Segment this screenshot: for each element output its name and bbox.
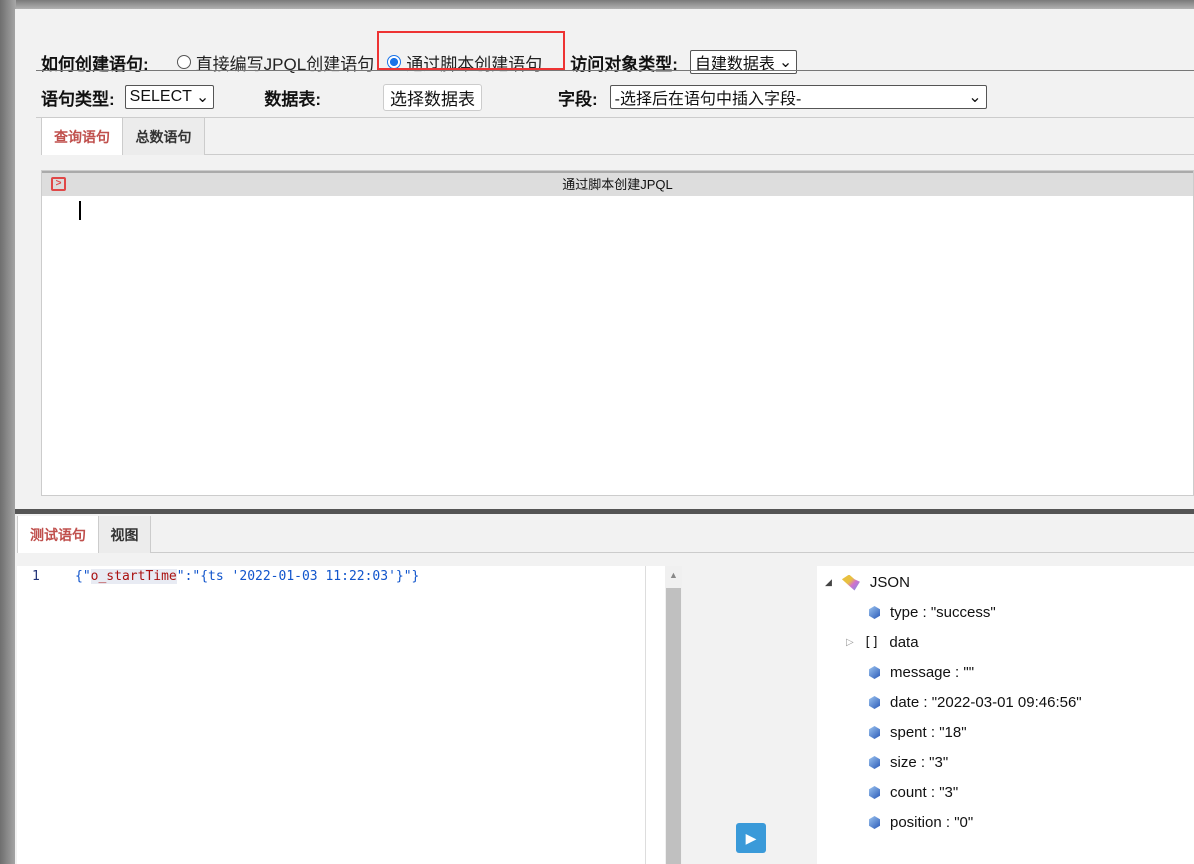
property-icon [869,696,880,709]
tree-item-label: data [889,634,919,651]
test-params-editor[interactable]: 1 {"o_startTime":"{ts '2022-01-03 11:22:… [17,566,647,864]
run-panel: ▶ [682,566,817,864]
tree-item-label: type : "success" [890,604,996,621]
tree-item[interactable]: message : "" [869,664,974,681]
scrollbar[interactable]: ▲ [665,566,682,864]
tree-item[interactable]: position : "0" [869,814,973,831]
jpql-editor-panel: 如何创建语句: 直接编写JPQL创建语句 通过脚本创建语句 访问对象类型: 自建… [15,9,1194,864]
property-icon [869,816,880,829]
property-icon [869,786,880,799]
tree-item-label: spent : "18" [890,724,967,741]
field-select-value: -选择后在语句中插入字段- [614,91,802,108]
code-token: {" [75,569,91,584]
code-token: ":" [176,569,201,584]
code-value: {ts '2022-01-03 11:22:03'} [200,569,404,584]
tree-item[interactable]: date : "2022-03-01 09:46:56" [869,694,1082,711]
tree-item[interactable]: spent : "18" [869,724,967,741]
radio-direct-jpql-input[interactable] [176,55,191,69]
stmt-type-value: SELECT [129,88,192,105]
expand-icon[interactable]: ▷ [846,637,854,648]
editor-gutter-right [645,566,665,864]
tree-item-label: message : "" [890,664,975,681]
script-editor[interactable]: > 通过脚本创建JPQL [41,170,1194,496]
expand-icon[interactable]: > [51,177,66,191]
scroll-up-icon[interactable]: ▲ [669,570,678,580]
code-line: {"o_startTime":"{ts '2022-01-03 11:22:03… [75,569,419,584]
code-token: "} [403,569,420,584]
line-number: 1 [32,569,40,584]
splitter[interactable] [15,509,1194,514]
json-object-icon [841,574,860,591]
tree-item[interactable]: count : "3" [869,784,958,801]
property-icon [869,726,880,739]
chevron-down-icon: ⌄ [778,54,793,71]
tree-item[interactable]: size : "3" [869,754,948,771]
json-result-tree: ◢ JSON type : "success" ▷ [] data message … [817,566,1194,864]
divider [36,70,1194,71]
tab-count-statement[interactable]: 总数语句 [123,118,205,155]
tree-item-label: count : "3" [890,784,959,801]
tab-view[interactable]: 视图 [99,516,151,553]
tree-item[interactable]: type : "success" [869,604,996,621]
editor-header: > 通过脚本创建JPQL [42,171,1193,196]
chevron-down-icon: ⌄ [968,89,982,106]
collapse-icon[interactable]: ◢ [825,577,832,588]
tree-item-label: size : "3" [890,754,949,771]
test-tabs: 测试语句 视图 [17,516,1194,553]
tree-item-label: position : "0" [890,814,974,831]
statement-tabs: 查询语句 总数语句 [41,118,1194,155]
field-select[interactable]: -选择后在语句中插入字段- ⌄ [609,85,987,109]
table-label: 数据表: [264,89,321,109]
editor-title: 通过脚本创建JPQL [562,177,673,192]
field-label: 字段: [558,89,598,109]
run-button[interactable]: ▶ [736,823,766,853]
choose-table-button[interactable]: 选择数据表 [383,83,482,111]
tree-root-label: JSON [869,574,910,591]
highlight-box [377,31,565,70]
tree-item-label: date : "2022-03-01 09:46:56" [890,694,1082,711]
code-key: o_startTime [90,569,177,584]
tab-query-statement[interactable]: 查询语句 [41,118,123,155]
statement-options-row: 语句类型: SELECT ⌄ 数据表: 选择数据表 字段: -选择后在语句中插入字… [41,83,987,111]
play-icon: ▶ [745,830,757,846]
scrollbar-thumb[interactable] [666,588,681,864]
property-icon [869,756,880,769]
stmt-type-label: 语句类型: [41,89,115,109]
window-shadow-left [0,0,16,864]
text-cursor [79,201,81,220]
tab-test-statement[interactable]: 测试语句 [17,516,99,553]
property-icon [869,666,880,679]
tree-item-array[interactable]: ▷ [] data [846,634,919,651]
chevron-down-icon: ⌄ [195,89,210,106]
array-icon: [] [863,635,880,650]
tree-root[interactable]: ◢ JSON [825,574,910,591]
property-icon [869,606,880,619]
stmt-type-select[interactable]: SELECT ⌄ [124,85,215,109]
